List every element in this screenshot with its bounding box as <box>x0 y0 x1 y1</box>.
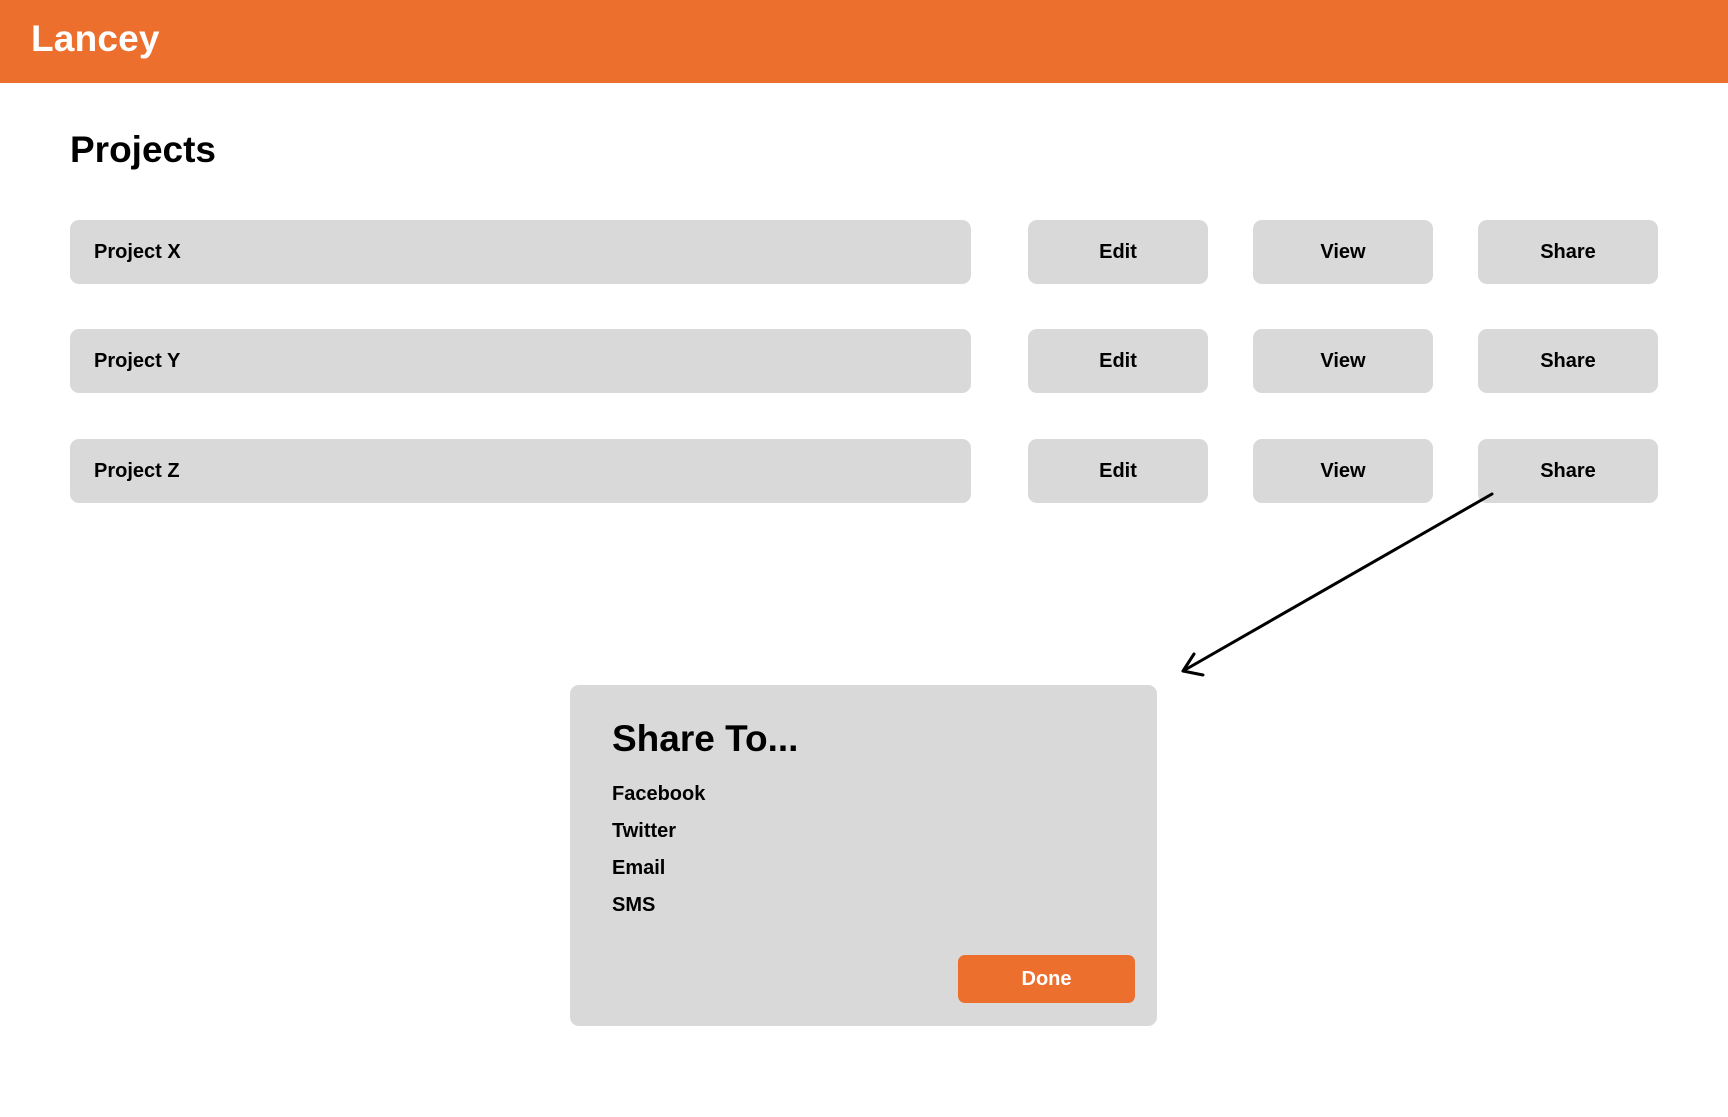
share-dialog: Share To... Facebook Twitter Email SMS D… <box>570 685 1157 1026</box>
project-row: Project Y Edit View Share <box>70 329 1659 393</box>
edit-button[interactable]: Edit <box>1028 220 1208 284</box>
view-button[interactable]: View <box>1253 439 1433 503</box>
share-option-sms[interactable]: SMS <box>612 887 705 924</box>
share-options-list: Facebook Twitter Email SMS <box>612 776 705 924</box>
edit-button[interactable]: Edit <box>1028 329 1208 393</box>
share-option-facebook[interactable]: Facebook <box>612 776 705 813</box>
project-row: Project X Edit View Share <box>70 220 1659 284</box>
share-button[interactable]: Share <box>1478 329 1658 393</box>
done-button[interactable]: Done <box>958 955 1135 1003</box>
dialog-title: Share To... <box>612 718 799 759</box>
view-button[interactable]: View <box>1253 329 1433 393</box>
app-root: Lancey Projects Project X Edit View Shar… <box>0 0 1728 1117</box>
page-title: Projects <box>70 129 217 170</box>
project-row: Project Z Edit View Share <box>70 439 1659 503</box>
view-button[interactable]: View <box>1253 220 1433 284</box>
share-button[interactable]: Share <box>1478 220 1658 284</box>
share-button[interactable]: Share <box>1478 439 1658 503</box>
brand-logo[interactable]: Lancey <box>31 18 160 60</box>
edit-button[interactable]: Edit <box>1028 439 1208 503</box>
share-option-twitter[interactable]: Twitter <box>612 813 705 850</box>
top-bar: Lancey <box>0 0 1728 83</box>
project-name[interactable]: Project Z <box>70 439 971 503</box>
project-name[interactable]: Project Y <box>70 329 971 393</box>
project-name[interactable]: Project X <box>70 220 971 284</box>
share-option-email[interactable]: Email <box>612 850 705 887</box>
